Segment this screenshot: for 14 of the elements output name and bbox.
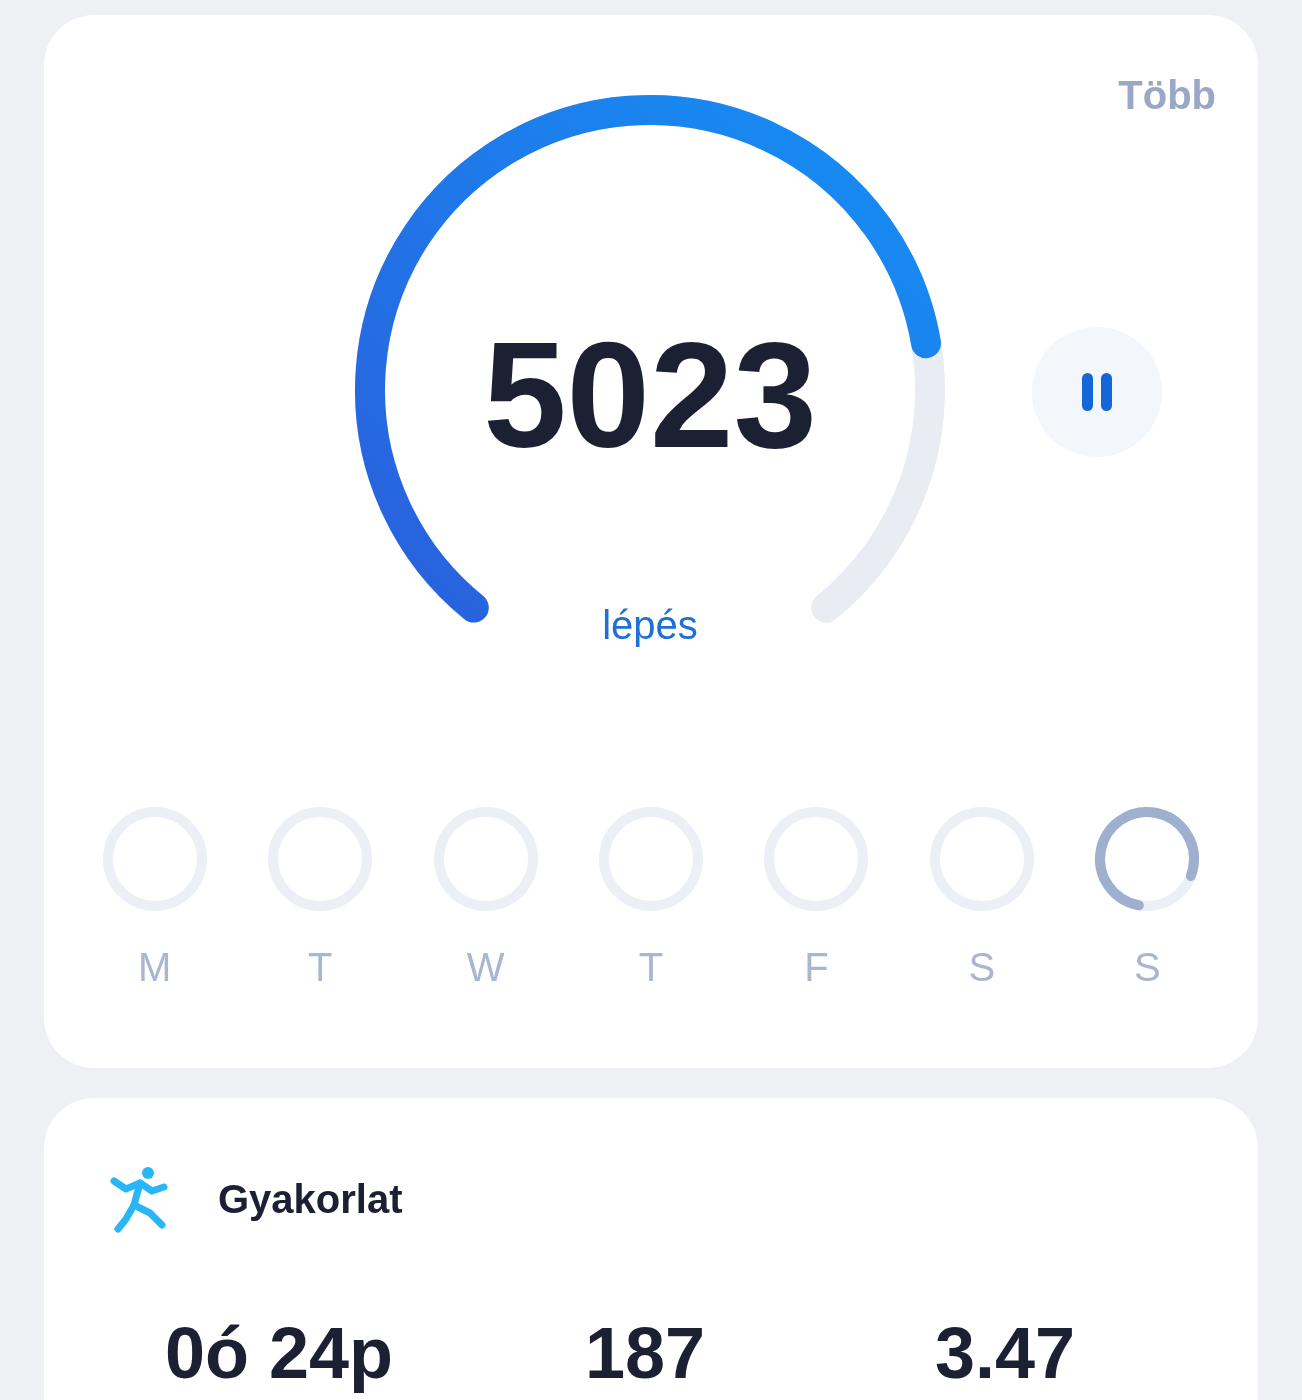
day-label: T	[638, 944, 664, 991]
more-link[interactable]: Több	[1118, 70, 1216, 120]
day-label: F	[804, 944, 829, 991]
day-label: W	[466, 944, 505, 991]
step-count: 5023	[483, 320, 817, 470]
step-unit-label: lépés	[602, 602, 698, 649]
day-label: S	[1133, 944, 1161, 991]
day-label: T	[307, 944, 333, 991]
day-label: M	[138, 944, 172, 991]
stat-value: 187	[585, 1313, 706, 1393]
stat-value: 3.47	[935, 1313, 1076, 1393]
day-label: S	[968, 944, 996, 991]
stat-value: 0ó 24p	[165, 1313, 394, 1393]
section-title: Gyakorlat	[218, 1176, 403, 1223]
